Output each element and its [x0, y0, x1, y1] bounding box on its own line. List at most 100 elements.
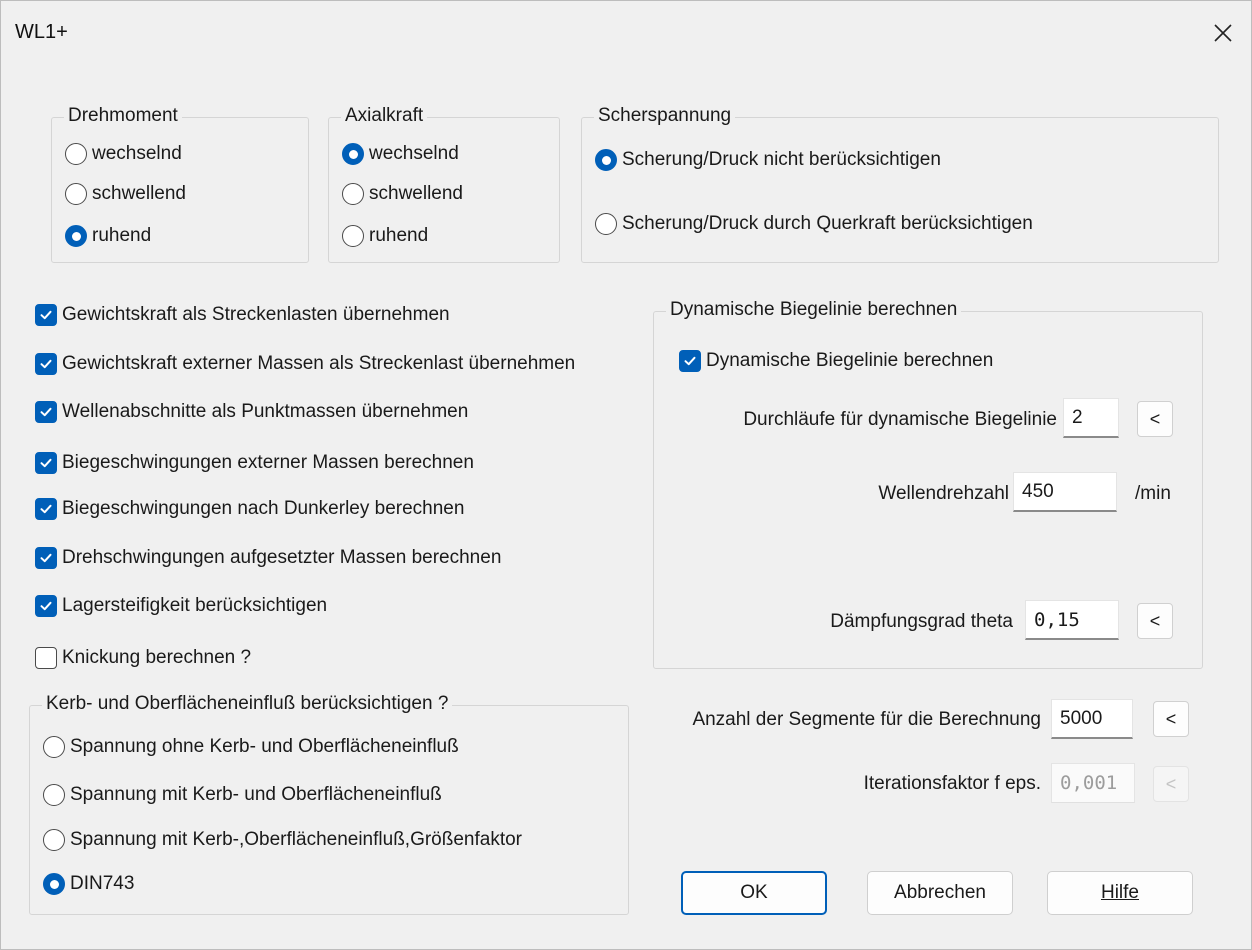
radio-label: ruhend — [369, 225, 429, 246]
help-button-label: Hilfe — [1100, 882, 1139, 903]
axialkraft-ruhend-radio[interactable]: ruhend — [342, 225, 428, 247]
radio-label: ruhend — [92, 225, 152, 246]
axialkraft-schwellend-radio[interactable]: schwellend — [342, 183, 463, 205]
checkbox-lagersteifigkeit[interactable]: Lagersteifigkeit berücksichtigen — [35, 595, 327, 617]
daempfungsgrad-label: Dämpfungsgrad theta — [830, 611, 1013, 632]
axialkraft-legend: Axialkraft — [341, 105, 428, 127]
checkbox-gewichtskraft-streckenlasten[interactable]: Gewichtskraft als Streckenlasten überneh… — [35, 304, 450, 326]
checkbox-indicator — [35, 452, 57, 474]
axialkraft-wechselnd-radio[interactable]: wechselnd — [342, 143, 459, 165]
help-button[interactable]: Hilfe — [1047, 871, 1193, 915]
checkbox-indicator — [35, 498, 57, 520]
checkbox-dynamische-biegelinie[interactable]: Dynamische Biegelinie berechnen — [679, 350, 993, 372]
checkmark-icon — [40, 310, 52, 320]
radio-label: Spannung mit Kerb-,Oberflächeneinfluß,Gr… — [70, 829, 523, 850]
radio-indicator — [65, 143, 87, 165]
drehmoment-ruhend-radio[interactable]: ruhend — [65, 225, 151, 247]
iterationsfaktor-label: Iterationsfaktor f eps. — [863, 773, 1041, 794]
checkbox-indicator — [679, 350, 701, 372]
radio-indicator — [595, 213, 617, 235]
checkbox-label: Dynamische Biegelinie berechnen — [706, 350, 994, 371]
checkbox-indicator — [35, 353, 57, 375]
radio-indicator — [43, 829, 65, 851]
checkbox-label: Knickung berechnen ? — [62, 647, 252, 668]
close-icon — [1214, 24, 1232, 42]
checkmark-icon — [40, 504, 52, 514]
cancel-button[interactable]: Abbrechen — [867, 871, 1013, 915]
drehmoment-schwellend-radio[interactable]: schwellend — [65, 183, 186, 205]
radio-label: schwellend — [92, 183, 186, 204]
radio-indicator — [342, 225, 364, 247]
kerb-groessenfaktor-radio[interactable]: Spannung mit Kerb-,Oberflächeneinfluß,Gr… — [43, 829, 522, 851]
checkbox-knickung[interactable]: Knickung berechnen ? — [35, 647, 251, 669]
iterationsfaktor-arrow-button: < — [1153, 766, 1189, 802]
drehmoment-wechselnd-radio[interactable]: wechselnd — [65, 143, 182, 165]
scherung-querkraft-radio[interactable]: Scherung/Druck durch Querkraft berücksic… — [595, 213, 1033, 235]
radio-indicator — [65, 183, 87, 205]
daempfungsgrad-arrow-button[interactable]: < — [1137, 603, 1173, 639]
radio-indicator — [43, 873, 65, 895]
checkbox-indicator — [35, 304, 57, 326]
checkbox-label: Gewichtskraft externer Massen als Streck… — [62, 353, 576, 374]
window-title: WL1+ — [15, 21, 68, 43]
checkbox-label: Wellenabschnitte als Punktmassen überneh… — [62, 401, 469, 422]
checkbox-biegeschwingungen-dunkerley[interactable]: Biegeschwingungen nach Dunkerley berechn… — [35, 498, 464, 520]
ok-button[interactable]: OK — [681, 871, 827, 915]
checkmark-icon — [40, 458, 52, 468]
kerb-din743-radio[interactable]: DIN743 — [43, 873, 134, 895]
checkbox-indicator — [35, 547, 57, 569]
radio-label: Scherung/Druck nicht berücksichtigen — [622, 149, 941, 170]
iterationsfaktor-field: 0,001 — [1051, 763, 1135, 803]
checkmark-icon — [40, 359, 52, 369]
kerb-mit-radio[interactable]: Spannung mit Kerb- und Oberflächeneinflu… — [43, 784, 442, 806]
title-bar: WL1+ — [1, 1, 1251, 63]
checkmark-icon — [40, 601, 52, 611]
wellendrehzahl-field[interactable]: 450 — [1013, 472, 1117, 512]
checkmark-icon — [40, 407, 52, 417]
checkmark-icon — [40, 553, 52, 563]
scherspannung-group: Scherspannung — [581, 105, 1219, 263]
checkbox-label: Biegeschwingungen externer Massen berech… — [62, 452, 474, 473]
kerb-ohne-radio[interactable]: Spannung ohne Kerb- und Oberflächeneinfl… — [43, 736, 459, 758]
radio-label: wechselnd — [92, 143, 182, 164]
checkbox-label: Gewichtskraft als Streckenlasten überneh… — [62, 304, 450, 325]
radio-indicator — [595, 149, 617, 171]
radio-label: DIN743 — [70, 873, 135, 894]
checkbox-indicator — [35, 595, 57, 617]
daempfungsgrad-field[interactable]: 0,15 — [1025, 600, 1119, 640]
checkbox-label: Lagersteifigkeit berücksichtigen — [62, 595, 328, 616]
dynamische-biegelinie-legend: Dynamische Biegelinie berechnen — [666, 299, 962, 321]
checkbox-indicator — [35, 401, 57, 423]
wellendrehzahl-label: Wellendrehzahl — [878, 483, 1009, 504]
checkbox-wellenabschnitte-punktmassen[interactable]: Wellenabschnitte als Punktmassen überneh… — [35, 401, 468, 423]
radio-label: wechselnd — [369, 143, 459, 164]
drehmoment-legend: Drehmoment — [64, 105, 182, 127]
checkbox-indicator — [35, 647, 57, 669]
scherung-nicht-radio[interactable]: Scherung/Druck nicht berücksichtigen — [595, 149, 941, 171]
kerb-legend: Kerb- und Oberflächeneinfluß berücksicht… — [42, 693, 453, 715]
checkbox-drehschwingungen[interactable]: Drehschwingungen aufgesetzter Massen ber… — [35, 547, 501, 569]
radio-indicator — [43, 784, 65, 806]
close-button[interactable] — [1201, 11, 1245, 55]
durchlaeufe-field[interactable]: 2 — [1063, 398, 1119, 438]
checkbox-biegeschwingungen-externe[interactable]: Biegeschwingungen externer Massen berech… — [35, 452, 474, 474]
radio-indicator — [342, 143, 364, 165]
dialog-window: WL1+ Drehmoment wechselnd schwellend ruh… — [0, 0, 1252, 950]
durchlaeufe-label: Durchläufe für dynamische Biegelinie — [743, 409, 1057, 430]
radio-label: Scherung/Druck durch Querkraft berücksic… — [622, 213, 1033, 234]
segmente-label: Anzahl der Segmente für die Berechnung — [692, 709, 1041, 730]
radio-label: Spannung mit Kerb- und Oberflächeneinflu… — [70, 784, 442, 805]
durchlaeufe-arrow-button[interactable]: < — [1137, 401, 1173, 437]
radio-label: schwellend — [369, 183, 463, 204]
radio-label: Spannung ohne Kerb- und Oberflächeneinfl… — [70, 736, 459, 757]
radio-indicator — [342, 183, 364, 205]
segmente-arrow-button[interactable]: < — [1153, 701, 1189, 737]
wellendrehzahl-unit: /min — [1135, 483, 1171, 504]
checkbox-gewichtskraft-externe-massen[interactable]: Gewichtskraft externer Massen als Streck… — [35, 353, 575, 375]
scherspannung-legend: Scherspannung — [594, 105, 736, 127]
checkbox-label: Biegeschwingungen nach Dunkerley berechn… — [62, 498, 465, 519]
checkmark-icon — [684, 356, 696, 366]
radio-indicator — [43, 736, 65, 758]
segmente-field[interactable]: 5000 — [1051, 699, 1133, 739]
checkbox-label: Drehschwingungen aufgesetzter Massen ber… — [62, 547, 502, 568]
